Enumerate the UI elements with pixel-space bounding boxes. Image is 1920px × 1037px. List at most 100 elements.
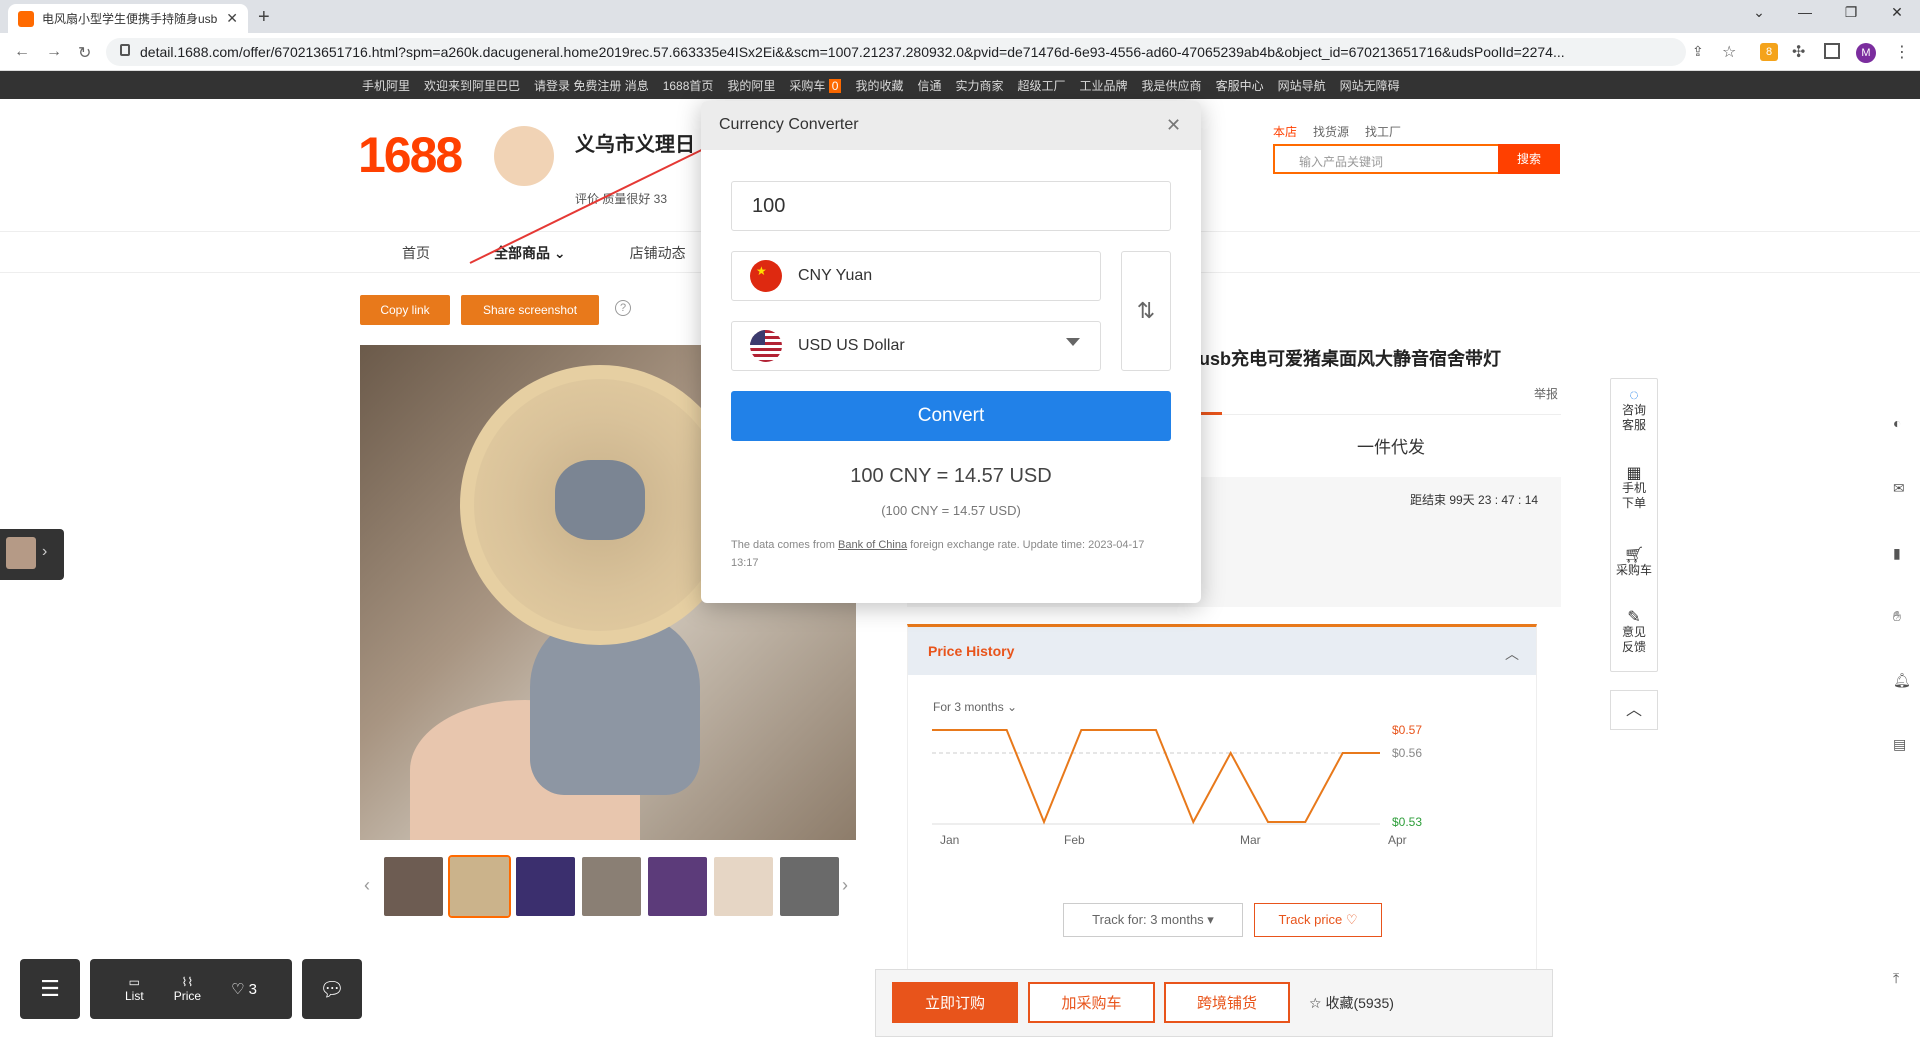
site-nav-sitemap[interactable]: 网站导航: [1278, 77, 1326, 94]
edge-hand-icon[interactable]: ✋︎: [1893, 608, 1901, 625]
edge-bell-icon[interactable]: 🔔︎: [1893, 672, 1911, 689]
swap-currency-button[interactable]: ⇅: [1121, 251, 1171, 371]
help-icon[interactable]: ?: [615, 300, 631, 316]
star-icon[interactable]: ☆: [1722, 42, 1736, 62]
sidebar-consult[interactable]: ◌ 咨询客服: [1611, 388, 1657, 433]
site-nav-strong[interactable]: 实力商家: [956, 77, 1004, 94]
site-nav-favorites[interactable]: 我的收藏: [855, 77, 903, 94]
sidebar-feedback[interactable]: ✎ 意见反馈: [1611, 610, 1657, 655]
puzzle-icon[interactable]: ✣: [1792, 42, 1805, 62]
price-tool[interactable]: ⌇⌇ Price: [174, 975, 201, 1003]
site-nav-xintong[interactable]: 信通: [917, 77, 941, 94]
thumbnail-video[interactable]: [384, 857, 443, 916]
sidebar-cart[interactable]: 🛒︎ 采购车: [1611, 548, 1657, 578]
maximize-icon[interactable]: ❐: [1828, 4, 1874, 21]
menu-icon[interactable]: ⋮: [1894, 42, 1910, 62]
chat-tool[interactable]: 💬︎: [302, 959, 362, 1019]
price-series-line: [932, 729, 1380, 825]
edge-mail-icon[interactable]: ✉: [1893, 480, 1905, 497]
likes-tool[interactable]: ♡ 3: [231, 980, 257, 998]
site-nav-supplier[interactable]: 我是供应商: [1142, 77, 1202, 94]
edge-top-icon[interactable]: ⤒: [1893, 970, 1899, 987]
edge-clock-icon[interactable]: ◐: [1893, 415, 1901, 431]
price-icon: ⌇⌇: [181, 975, 194, 989]
tab-title: 电风扇小型学生便携手持随身usb: [42, 12, 218, 26]
profile-avatar[interactable]: M: [1856, 43, 1876, 63]
site-nav-my-ali[interactable]: 我的阿里: [727, 77, 775, 94]
new-tab-icon[interactable]: +: [258, 6, 270, 29]
thumbnail-5[interactable]: [714, 857, 773, 916]
site-nav-home[interactable]: 1688首页: [663, 77, 714, 94]
floating-preview[interactable]: ›: [0, 529, 64, 580]
countdown: 距结束 99天 23 : 47 : 14: [1410, 493, 1539, 507]
thumbnail-1[interactable]: [448, 855, 511, 918]
sidepanel-icon[interactable]: [1824, 43, 1840, 59]
list-icon: ▭: [128, 975, 141, 989]
thumb-prev-icon[interactable]: ‹: [364, 875, 370, 896]
y-tick-label: $0.53: [1392, 815, 1422, 829]
thumbnail-4[interactable]: [648, 857, 707, 916]
sidebar-mobile-order[interactable]: ▦ 手机下单: [1611, 466, 1657, 511]
minimize-icon[interactable]: —: [1782, 4, 1828, 20]
forward-icon[interactable]: →: [46, 43, 62, 61]
share-icon[interactable]: ⇪: [1692, 43, 1704, 60]
convert-button[interactable]: Convert: [731, 391, 1171, 441]
track-for-select[interactable]: Track for: 3 months ▾: [1063, 903, 1243, 937]
site-nav-factory[interactable]: 超级工厂: [1018, 77, 1066, 94]
back-to-top-icon[interactable]: ︿: [1610, 690, 1658, 730]
search-tab-source[interactable]: 找货源: [1313, 123, 1349, 140]
site-nav-mobile[interactable]: 手机阿里: [362, 77, 410, 94]
copy-link-button[interactable]: Copy link: [360, 295, 450, 325]
caret-down-icon[interactable]: [1066, 338, 1080, 346]
to-currency-label: USD US Dollar: [798, 337, 905, 354]
add-cart-button[interactable]: 加采购车: [1028, 982, 1155, 1023]
url-text: detail.1688.com/offer/670213651716.html?…: [140, 44, 1565, 60]
from-currency-select[interactable]: CNY Yuan: [731, 251, 1101, 301]
site-nav-login[interactable]: 请登录 免费注册 消息: [534, 77, 649, 94]
share-screenshot-button[interactable]: Share screenshot: [461, 295, 599, 325]
home-tool[interactable]: ☰: [20, 959, 80, 1019]
message-icon: 💬︎: [319, 978, 345, 1001]
thumb-next-icon[interactable]: ›: [842, 875, 848, 896]
search-tab-factory[interactable]: 找工厂: [1365, 123, 1401, 140]
lock-icon: [120, 44, 130, 56]
edge-bookmark-icon[interactable]: ▮: [1893, 545, 1901, 562]
favorite-button[interactable]: ☆ 收藏(5935): [1309, 993, 1394, 1013]
site-logo[interactable]: 1688: [358, 126, 463, 184]
back-icon[interactable]: ←: [14, 43, 30, 61]
buy-now-button[interactable]: 立即订购: [892, 982, 1018, 1023]
tab-search-icon[interactable]: ⌄: [1736, 4, 1782, 21]
close-icon[interactable]: ✕: [1166, 115, 1181, 136]
site-nav-welcome: 欢迎来到阿里巴巴: [424, 78, 521, 93]
thumbnail-6[interactable]: [780, 857, 839, 916]
browser-tab[interactable]: 电风扇小型学生便携手持随身usb ✕: [8, 4, 248, 33]
tab-dropship[interactable]: 一件代发: [1357, 433, 1425, 458]
extension-badge-icon[interactable]: 8: [1760, 43, 1778, 61]
thumbnail-3[interactable]: [582, 857, 641, 916]
to-currency-select[interactable]: USD US Dollar: [731, 321, 1101, 371]
cross-border-button[interactable]: 跨境铺货: [1164, 982, 1290, 1023]
product-image-face: [555, 460, 645, 540]
search-input[interactable]: 输入产品关键词: [1273, 144, 1498, 174]
close-window-icon[interactable]: ✕: [1874, 4, 1920, 21]
bank-of-china-link[interactable]: Bank of China: [838, 539, 907, 551]
site-nav-service[interactable]: 客服中心: [1216, 77, 1264, 94]
shop-nav-home[interactable]: 首页: [402, 243, 430, 263]
report-link[interactable]: 举报: [1534, 385, 1558, 402]
list-tool[interactable]: ▭ List: [125, 975, 144, 1003]
thumbnail-2[interactable]: [516, 857, 575, 916]
track-price-button[interactable]: Track price ♡: [1254, 903, 1382, 937]
search-button[interactable]: 搜索: [1498, 144, 1560, 174]
edge-note-icon[interactable]: ▤: [1893, 736, 1906, 753]
collapse-icon[interactable]: ︿: [1505, 644, 1519, 664]
close-tab-icon[interactable]: ✕: [226, 10, 238, 27]
range-select[interactable]: For 3 months ⌄: [933, 700, 1017, 714]
url-field[interactable]: detail.1688.com/offer/670213651716.html?…: [106, 38, 1686, 66]
reload-icon[interactable]: ↻: [78, 43, 91, 63]
cart-icon: 🛒︎: [1623, 547, 1645, 564]
site-nav-accessible[interactable]: 网站无障碍: [1340, 77, 1400, 94]
search-tab-store[interactable]: 本店: [1273, 123, 1297, 140]
site-nav-brand[interactable]: 工业品牌: [1080, 77, 1128, 94]
site-nav-cart[interactable]: 采购车 0: [789, 77, 842, 94]
amount-input[interactable]: [731, 181, 1171, 231]
